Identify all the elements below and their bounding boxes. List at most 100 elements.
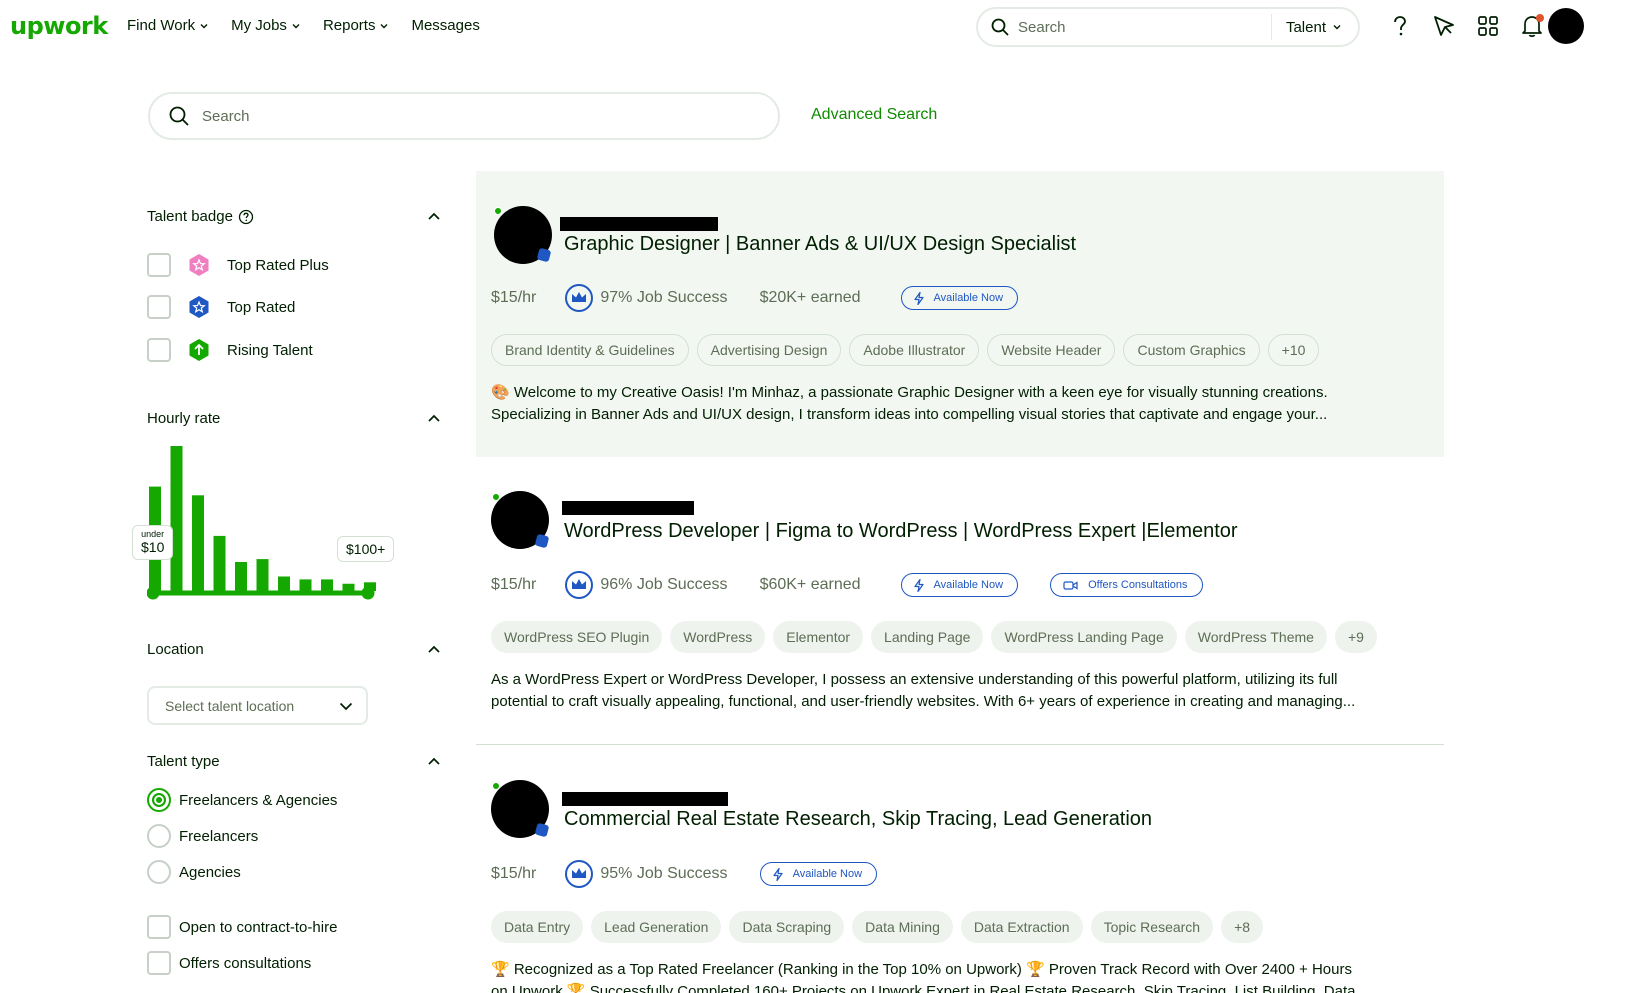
more-skills-tag[interactable]: +8 (1221, 911, 1264, 943)
offers-consultations-filter[interactable]: Offers consultations (147, 951, 311, 975)
chevron-up-icon[interactable] (426, 642, 442, 658)
help-icon[interactable] (1386, 12, 1414, 40)
checkbox[interactable] (147, 951, 171, 975)
radio-selected[interactable] (147, 788, 171, 812)
skill-tag[interactable]: Lead Generation (591, 911, 722, 943)
freelancer-description[interactable]: 🏆 Recognized as a Top Rated Freelancer (… (491, 959, 1421, 993)
top-rated-plus-badge-icon (189, 254, 209, 276)
checkbox[interactable] (147, 253, 171, 277)
freelancer-description[interactable]: As a WordPress Expert or WordPress Devel… (491, 669, 1421, 713)
user-avatar[interactable] (1548, 8, 1584, 44)
hourly-rate-histogram[interactable] (146, 445, 377, 605)
freelancer-stats: $15/hr 96% Job Success $60K+ earned Avai… (491, 570, 1235, 600)
talent-search-input[interactable]: Search (202, 108, 250, 125)
direct-contracts-icon[interactable] (1430, 12, 1458, 40)
freelancer-description[interactable]: 🎨 Welcome to my Creative Oasis! I'm Minh… (491, 382, 1421, 426)
skills-list: Data Entry Lead Generation Data Scraping… (491, 911, 1271, 943)
badge-option-top-rated-plus[interactable]: Top Rated Plus (147, 253, 329, 277)
search-icon (991, 18, 1009, 36)
checkbox[interactable] (147, 338, 171, 362)
histogram-bar (342, 583, 355, 591)
nav-find-work[interactable]: Find Work (127, 17, 209, 34)
top-search-input[interactable]: Search (1018, 19, 1271, 36)
skill-tag[interactable]: Website Header (987, 334, 1116, 366)
radio-dot (152, 793, 166, 807)
skill-tag[interactable]: Topic Research (1090, 911, 1214, 943)
chevron-up-icon[interactable] (426, 411, 442, 427)
chevron-up-icon[interactable] (426, 209, 442, 225)
available-now-badge: Available Now (900, 286, 1019, 310)
freelancer-card[interactable]: Commercial Real Estate Research, Skip Tr… (476, 745, 1444, 993)
skill-tag[interactable]: Data Entry (491, 911, 584, 943)
chevron-down-icon (1333, 25, 1341, 30)
skills-list: Brand Identity & Guidelines Advertising … (491, 334, 1327, 366)
freelancer-title[interactable]: Commercial Real Estate Research, Skip Tr… (564, 808, 1152, 831)
skill-tag[interactable]: Elementor (773, 621, 864, 653)
upwork-logo[interactable]: upwork (10, 12, 108, 40)
hourly-rate-header[interactable]: Hourly rate (147, 410, 442, 427)
notifications-bell-icon[interactable] (1518, 12, 1546, 40)
video-camera-icon (1063, 580, 1078, 590)
talent-type-agencies[interactable]: Agencies (147, 860, 241, 884)
extra-filter-label: Offers consultations (179, 954, 312, 972)
skill-tag[interactable]: Data Extraction (960, 911, 1083, 943)
skill-tag[interactable]: Data Scraping (729, 911, 845, 943)
location-select[interactable]: Select talent location (147, 686, 368, 725)
available-now-label: Available Now (792, 868, 863, 880)
chevron-down-icon (380, 23, 388, 28)
talent-search-bar[interactable]: Search (148, 92, 780, 140)
redacted-name (560, 217, 718, 231)
open-to-contract-to-hire[interactable]: Open to contract-to-hire (147, 915, 337, 939)
search-icon (169, 106, 189, 126)
badge-option-rising-talent[interactable]: Rising Talent (147, 338, 313, 362)
job-success: 96% Job Success (564, 570, 728, 600)
nav-my-jobs[interactable]: My Jobs (231, 17, 301, 34)
advanced-search-link[interactable]: Advanced Search (811, 106, 937, 124)
online-indicator (494, 207, 502, 215)
skill-tag[interactable]: Advertising Design (696, 334, 842, 366)
talent-badge-header[interactable]: Talent badge (147, 208, 442, 225)
nav-messages[interactable]: Messages (411, 17, 479, 34)
talent-type-header[interactable]: Talent type (147, 753, 442, 770)
badge-option-label: Rising Talent (227, 341, 313, 359)
skill-tag[interactable]: Data Mining (852, 911, 953, 943)
skill-tag[interactable]: WordPress SEO Plugin (491, 621, 663, 653)
skill-tag[interactable]: Landing Page (871, 621, 984, 653)
skill-tag[interactable]: WordPress Landing Page (991, 621, 1177, 653)
skill-tag[interactable]: Adobe Illustrator (849, 334, 980, 366)
search-scope-dropdown[interactable]: Talent (1272, 19, 1358, 36)
more-skills-tag[interactable]: +9 (1334, 621, 1377, 653)
freelancer-title[interactable]: Graphic Designer | Banner Ads & UI/UX De… (564, 233, 1076, 256)
available-now-label: Available Now (933, 292, 1004, 304)
skill-tag[interactable]: WordPress Theme (1184, 621, 1327, 653)
checkbox[interactable] (147, 295, 171, 319)
description-line: 🎨 Welcome to my Creative Oasis! I'm Minh… (491, 384, 1328, 401)
range-handle-max[interactable] (361, 586, 375, 600)
skill-tag[interactable]: Brand Identity & Guidelines (491, 334, 689, 366)
radio[interactable] (147, 824, 171, 848)
location-header[interactable]: Location (147, 641, 442, 658)
range-handle-min[interactable] (146, 586, 160, 600)
help-circle-icon[interactable] (238, 209, 254, 225)
offers-consultations-label: Offers Consultations (1088, 579, 1188, 591)
talent-type-freelancers[interactable]: Freelancers (147, 824, 258, 848)
nav-reports[interactable]: Reports (323, 17, 390, 34)
top-search-bar[interactable]: Search Talent (976, 7, 1360, 47)
lightning-icon (913, 578, 924, 592)
job-success: 95% Job Success (564, 859, 728, 889)
apps-grid-icon[interactable] (1474, 12, 1502, 40)
job-success-crown-icon (565, 571, 594, 599)
talent-type-freelancers-agencies[interactable]: Freelancers & Agencies (147, 788, 337, 812)
skill-tag[interactable]: Custom Graphics (1123, 334, 1260, 366)
histogram-chart (146, 446, 376, 600)
freelancer-card[interactable]: WordPress Developer | Figma to WordPress… (476, 457, 1444, 745)
more-skills-tag[interactable]: +10 (1267, 334, 1320, 366)
checkbox[interactable] (147, 915, 171, 939)
available-now-badge: Available Now (759, 862, 878, 886)
chevron-up-icon[interactable] (426, 754, 442, 770)
skill-tag[interactable]: WordPress (670, 621, 766, 653)
badge-option-top-rated[interactable]: Top Rated (147, 295, 295, 319)
freelancer-title[interactable]: WordPress Developer | Figma to WordPress… (564, 520, 1238, 543)
freelancer-card[interactable]: Graphic Designer | Banner Ads & UI/UX De… (476, 171, 1444, 457)
radio[interactable] (147, 860, 171, 884)
